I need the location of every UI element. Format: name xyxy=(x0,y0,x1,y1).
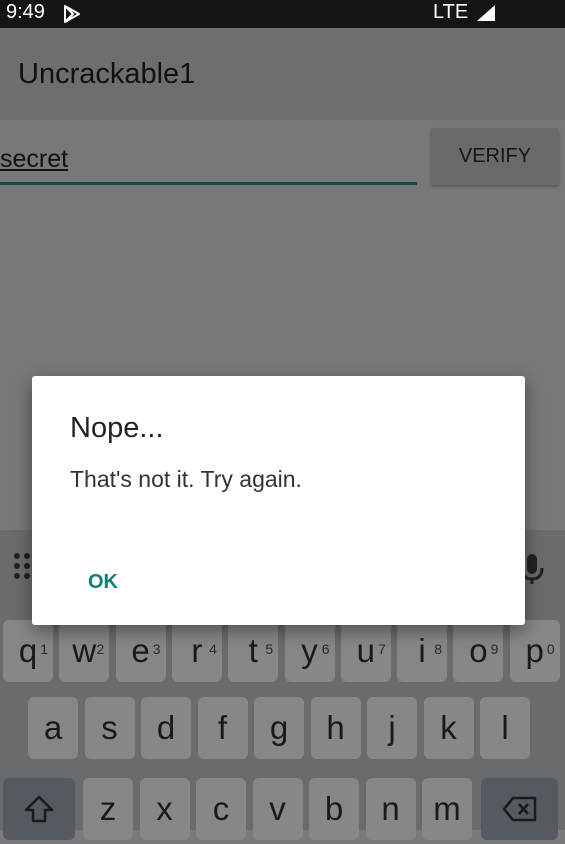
key-a[interactable]: a xyxy=(28,697,78,759)
key-number-hint: 8 xyxy=(434,641,443,657)
key-g[interactable]: g xyxy=(254,697,304,759)
play-store-icon xyxy=(62,4,82,30)
secret-input[interactable] xyxy=(0,138,417,185)
key-c[interactable]: c xyxy=(196,778,246,840)
key-number-hint: 7 xyxy=(378,641,386,657)
key-d[interactable]: d xyxy=(141,697,191,759)
shift-icon xyxy=(24,794,54,831)
key-z[interactable]: z xyxy=(83,778,133,840)
app-title: Uncrackable1 xyxy=(18,58,196,90)
key-label: f xyxy=(217,709,228,746)
key-u[interactable]: u7 xyxy=(340,620,391,682)
key-label: h xyxy=(326,709,345,746)
key-number-hint: 6 xyxy=(321,641,330,657)
key-label: d xyxy=(156,709,176,746)
key-e[interactable]: e3 xyxy=(115,620,166,682)
key-number-hint: 2 xyxy=(96,641,105,657)
app-grid-icon[interactable] xyxy=(12,550,34,589)
key-n[interactable]: n xyxy=(365,778,416,840)
key-number-hint: 4 xyxy=(209,641,217,657)
key-label: g xyxy=(269,709,289,746)
key-label: m xyxy=(433,790,461,827)
app-bar: Uncrackable1 xyxy=(0,28,565,120)
key-label: j xyxy=(388,709,396,746)
key-t[interactable]: t5 xyxy=(228,620,279,682)
backspace-key[interactable] xyxy=(481,778,558,840)
key-i[interactable]: i8 xyxy=(397,620,448,682)
key-l[interactable]: l xyxy=(480,697,530,759)
key-p[interactable]: p0 xyxy=(509,620,560,682)
status-time: 9:49 xyxy=(6,1,45,23)
key-b[interactable]: b xyxy=(309,778,359,840)
key-label: z xyxy=(99,790,117,827)
shift-key[interactable] xyxy=(3,778,75,840)
signal-icon xyxy=(476,4,496,28)
key-label: a xyxy=(43,709,63,746)
key-q[interactable]: q1 xyxy=(3,620,53,682)
key-m[interactable]: m xyxy=(422,778,472,840)
key-h[interactable]: h xyxy=(310,697,361,759)
key-label: s xyxy=(101,709,118,746)
key-v[interactable]: v xyxy=(252,778,303,840)
verify-button[interactable]: VERIFY xyxy=(431,128,559,185)
key-label: v xyxy=(269,790,286,827)
key-number-hint: 1 xyxy=(40,641,48,657)
alert-dialog: Nope... That's not it. Try again. OK xyxy=(32,376,525,625)
backspace-icon xyxy=(502,792,538,829)
key-j[interactable]: j xyxy=(367,697,417,759)
key-y[interactable]: y6 xyxy=(284,620,335,682)
network-type: LTE xyxy=(433,1,469,23)
key-w[interactable]: w2 xyxy=(59,620,110,682)
key-number-hint: 3 xyxy=(152,641,161,657)
key-label: x xyxy=(156,790,173,827)
ok-button[interactable]: OK xyxy=(74,560,132,604)
key-label: k xyxy=(440,709,457,746)
key-label: b xyxy=(324,790,344,827)
dialog-title: Nope... xyxy=(70,412,164,444)
key-o[interactable]: o9 xyxy=(453,620,504,682)
key-label: c xyxy=(212,790,230,827)
key-label: l xyxy=(501,709,509,746)
key-x[interactable]: x xyxy=(139,778,190,840)
key-f[interactable]: f xyxy=(197,697,248,759)
key-number-hint: 5 xyxy=(265,641,274,657)
key-s[interactable]: s xyxy=(84,697,135,759)
status-bar: 9:49 LTE xyxy=(0,0,565,28)
key-r[interactable]: r4 xyxy=(171,620,222,682)
key-number-hint: 0 xyxy=(546,641,555,657)
key-number-hint: 9 xyxy=(490,641,499,657)
key-k[interactable]: k xyxy=(423,697,474,759)
dialog-message: That's not it. Try again. xyxy=(70,466,302,492)
key-label: n xyxy=(381,790,400,827)
